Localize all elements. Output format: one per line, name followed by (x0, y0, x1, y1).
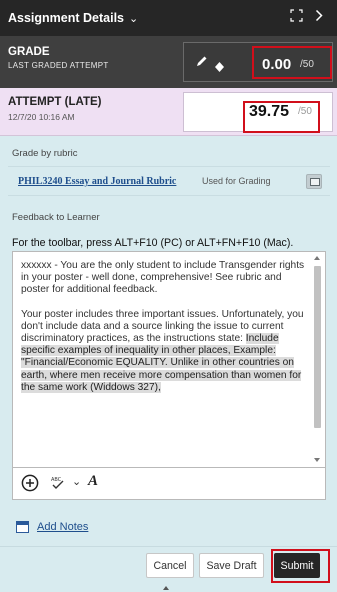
save-draft-button[interactable]: Save Draft (199, 553, 264, 578)
feedback-text[interactable]: xxxxxx - You are the only student to inc… (21, 260, 305, 406)
scroll-down-icon[interactable] (314, 458, 320, 462)
chevron-down-icon[interactable]: ⌄ (129, 12, 138, 25)
text-format-icon[interactable]: A (88, 473, 98, 490)
spellcheck-icon[interactable]: ABC (50, 476, 66, 495)
annotation-outline-submit (271, 549, 330, 583)
editor-scrollbar[interactable] (312, 254, 323, 464)
feedback-paragraph-2: Your poster includes three important iss… (21, 309, 305, 394)
feedback-editor[interactable]: xxxxxx - You are the only student to inc… (12, 251, 326, 468)
assignment-details-header[interactable]: Assignment Details ⌄ (0, 0, 337, 36)
feedback-paragraph-1: xxxxxx - You are the only student to inc… (21, 260, 305, 296)
bottom-edge (0, 582, 337, 592)
chevron-down-icon[interactable]: ⌄ (72, 475, 81, 488)
divider (0, 546, 337, 547)
expand-icon[interactable] (290, 9, 303, 22)
svg-text:ABC: ABC (51, 477, 62, 483)
annotation-outline-grade (252, 46, 332, 79)
rubric-status: Used for Grading (202, 176, 271, 186)
add-notes-link[interactable]: Add Notes (37, 521, 88, 533)
feedback-heading: Feedback to Learner (12, 212, 100, 223)
chevron-right-icon[interactable] (315, 9, 323, 22)
editor-toolbar: ABC ⌄ A (12, 468, 326, 500)
toolbar-hint: For the toolbar, press ALT+F10 (PC) or A… (12, 237, 294, 249)
grading-panel: Assignment Details ⌄ GRADE LAST GRADED A… (0, 0, 337, 592)
rubric-row: PHIL3240 Essay and Journal Rubric Used f… (8, 166, 330, 196)
rubric-link[interactable]: PHIL3240 Essay and Journal Rubric (18, 176, 176, 187)
rubric-heading: Grade by rubric (12, 148, 78, 159)
pencil-icon[interactable] (196, 54, 208, 72)
grade-label: GRADE (8, 46, 50, 58)
header-title: Assignment Details (8, 11, 125, 25)
notes-icon (16, 521, 29, 533)
attempt-date: 12/7/20 10:16 AM (8, 112, 75, 122)
scroll-up-icon[interactable] (314, 256, 320, 260)
diamond-icon (215, 59, 224, 77)
scroll-thumb[interactable] (314, 266, 321, 428)
rubric-open-icon[interactable] (306, 174, 322, 189)
annotation-outline-attempt (243, 101, 320, 133)
add-content-icon[interactable] (21, 474, 39, 497)
attempt-label: ATTEMPT (LATE) (8, 96, 102, 108)
grading-body: Grade by rubric PHIL3240 Essay and Journ… (0, 136, 337, 592)
grade-sublabel: LAST GRADED ATTEMPT (8, 61, 109, 70)
cancel-button[interactable]: Cancel (146, 553, 194, 578)
add-notes[interactable]: Add Notes (16, 521, 88, 533)
